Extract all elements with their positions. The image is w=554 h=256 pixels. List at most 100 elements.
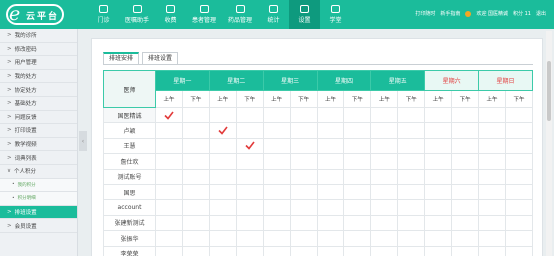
schedule-cell[interactable]: [235, 137, 264, 155]
schedule-cell[interactable]: [451, 214, 480, 232]
sidebar-item[interactable]: > 排班设置: [0, 205, 77, 220]
schedule-cell[interactable]: [208, 183, 237, 201]
schedule-cell[interactable]: [181, 199, 210, 216]
schedule-cell[interactable]: [316, 168, 345, 185]
schedule-cell[interactable]: [504, 153, 534, 170]
schedule-cell[interactable]: [343, 245, 372, 256]
schedule-cell[interactable]: [235, 106, 264, 124]
schedule-cell[interactable]: [155, 245, 183, 256]
schedule-cell[interactable]: [316, 245, 345, 256]
schedule-cell[interactable]: [478, 106, 506, 124]
schedule-cell[interactable]: [181, 106, 210, 124]
schedule-cell[interactable]: [262, 183, 291, 201]
sidebar-item[interactable]: • 我的积分: [0, 178, 77, 193]
schedule-cell[interactable]: [155, 106, 183, 124]
schedule-cell[interactable]: [397, 137, 426, 155]
schedule-cell[interactable]: [289, 214, 318, 232]
schedule-cell[interactable]: [424, 122, 453, 139]
schedule-cell[interactable]: [262, 168, 291, 185]
schedule-cell[interactable]: [155, 230, 183, 247]
print-link[interactable]: 打印随时: [415, 10, 435, 17]
schedule-cell[interactable]: [235, 183, 264, 201]
schedule-cell[interactable]: [155, 199, 183, 216]
schedule-cell[interactable]: [235, 122, 264, 139]
schedule-cell[interactable]: [424, 230, 453, 247]
schedule-cell[interactable]: [289, 153, 318, 170]
schedule-cell[interactable]: [343, 137, 372, 155]
schedule-cell[interactable]: [343, 199, 372, 216]
schedule-cell[interactable]: [478, 245, 506, 256]
sidebar-item[interactable]: > 协定处方: [0, 83, 77, 97]
sidebar-item[interactable]: ∨ 个人积分: [0, 165, 77, 179]
schedule-cell[interactable]: [262, 137, 291, 155]
schedule-cell[interactable]: [424, 168, 453, 185]
schedule-cell[interactable]: [181, 122, 210, 139]
schedule-cell[interactable]: [451, 106, 480, 124]
schedule-cell[interactable]: [155, 168, 183, 185]
schedule-cell[interactable]: [235, 214, 264, 232]
logout-link[interactable]: 退出: [536, 10, 546, 17]
schedule-cell[interactable]: [316, 153, 345, 170]
schedule-cell[interactable]: [451, 153, 480, 170]
schedule-cell[interactable]: [208, 122, 237, 139]
schedule-cell[interactable]: [370, 230, 399, 247]
nav-item[interactable]: 药品管理: [222, 0, 258, 29]
schedule-cell[interactable]: [504, 183, 534, 201]
nav-item[interactable]: 门诊: [88, 0, 119, 29]
sidebar-item[interactable]: • 积分明细: [0, 192, 77, 206]
schedule-cell[interactable]: [451, 122, 480, 139]
schedule-cell[interactable]: [478, 214, 506, 232]
schedule-cell[interactable]: [181, 168, 210, 185]
nav-item[interactable]: 医嘱助手: [119, 0, 155, 29]
scrollbar-thumb[interactable]: [547, 61, 551, 121]
schedule-cell[interactable]: [316, 214, 345, 232]
schedule-cell[interactable]: [208, 137, 237, 155]
schedule-cell[interactable]: [397, 153, 426, 170]
schedule-cell[interactable]: [478, 183, 506, 201]
schedule-cell[interactable]: [289, 122, 318, 139]
schedule-cell[interactable]: [397, 199, 426, 216]
schedule-cell[interactable]: [289, 230, 318, 247]
schedule-cell[interactable]: [262, 214, 291, 232]
schedule-cell[interactable]: [451, 137, 480, 155]
schedule-cell[interactable]: [370, 137, 399, 155]
schedule-cell[interactable]: [343, 122, 372, 139]
schedule-cell[interactable]: [397, 245, 426, 256]
nav-item[interactable]: 患者管理: [186, 0, 222, 29]
nav-item[interactable]: 设置: [289, 0, 321, 29]
sidebar-item[interactable]: > 教学视频: [0, 138, 77, 152]
schedule-cell[interactable]: [181, 214, 210, 232]
schedule-cell[interactable]: [478, 168, 506, 185]
schedule-cell[interactable]: [208, 168, 237, 185]
schedule-cell[interactable]: [155, 122, 183, 139]
tab[interactable]: 排班设置: [142, 52, 179, 64]
schedule-cell[interactable]: [289, 106, 318, 124]
tab[interactable]: 排班安排: [103, 52, 140, 64]
schedule-cell[interactable]: [370, 106, 399, 124]
schedule-cell[interactable]: [424, 106, 453, 124]
schedule-cell[interactable]: [478, 137, 506, 155]
schedule-cell[interactable]: [370, 183, 399, 201]
schedule-cell[interactable]: [478, 153, 506, 170]
schedule-cell[interactable]: [424, 214, 453, 232]
schedule-cell[interactable]: [235, 199, 264, 216]
schedule-cell[interactable]: [262, 122, 291, 139]
schedule-cell[interactable]: [370, 168, 399, 185]
schedule-cell[interactable]: [208, 106, 237, 124]
guide-link[interactable]: 新手指南: [440, 10, 460, 17]
nav-item[interactable]: 收费: [155, 0, 186, 29]
schedule-cell[interactable]: [397, 168, 426, 185]
schedule-cell[interactable]: [343, 168, 372, 185]
sidebar-item[interactable]: > 打印设置: [0, 124, 77, 138]
schedule-cell[interactable]: [370, 122, 399, 139]
schedule-cell[interactable]: [397, 214, 426, 232]
schedule-cell[interactable]: [208, 245, 237, 256]
schedule-cell[interactable]: [208, 230, 237, 247]
vertical-scrollbar[interactable]: [546, 31, 552, 256]
schedule-cell[interactable]: [397, 106, 426, 124]
schedule-cell[interactable]: [262, 153, 291, 170]
schedule-cell[interactable]: [397, 122, 426, 139]
schedule-cell[interactable]: [370, 199, 399, 216]
schedule-cell[interactable]: [451, 199, 480, 216]
sidebar-item[interactable]: > 会员设置: [0, 219, 77, 233]
